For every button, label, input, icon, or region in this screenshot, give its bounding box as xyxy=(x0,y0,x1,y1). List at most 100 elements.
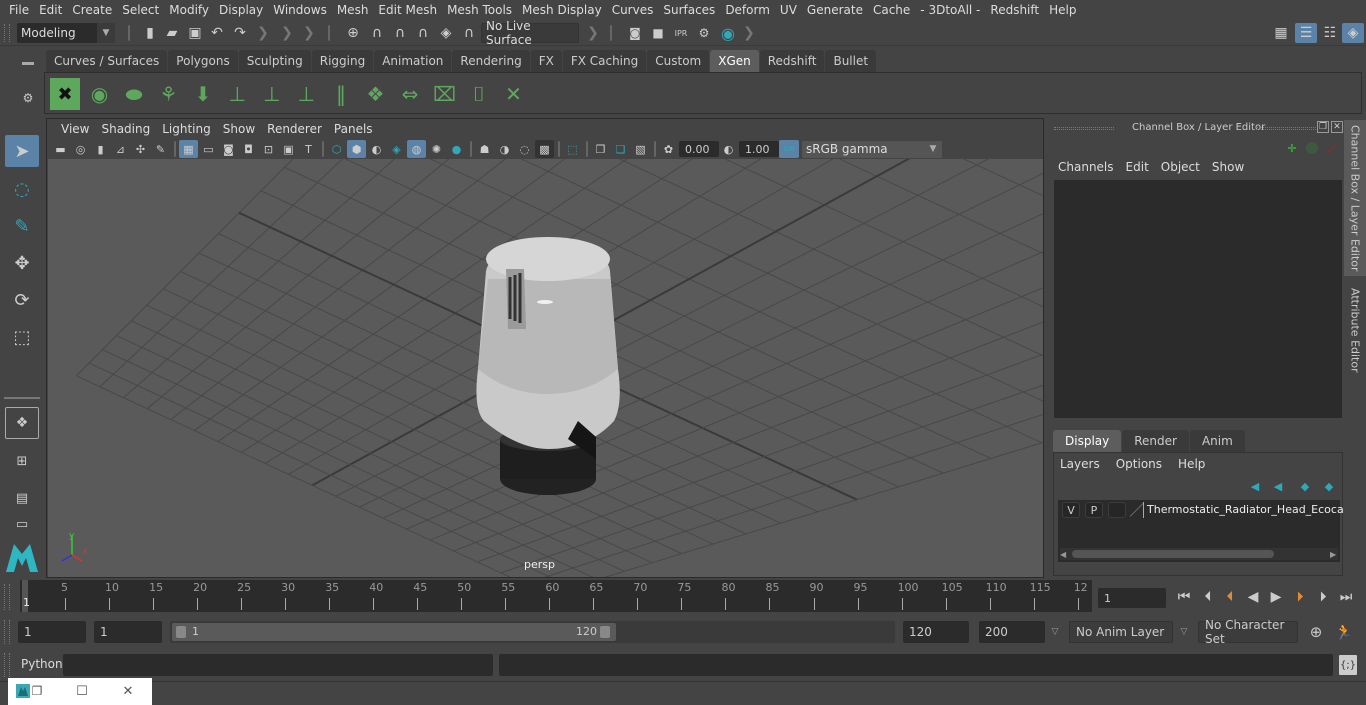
menu-edit[interactable]: Edit xyxy=(34,3,67,17)
layer-name[interactable]: Thermostatic_Radiator_Head_Ecocal_ xyxy=(1147,503,1352,516)
drag-handle[interactable] xyxy=(4,24,10,42)
scale-tool-icon[interactable]: ⬚ xyxy=(5,321,39,353)
textured-icon[interactable]: ◍ xyxy=(407,140,426,158)
drag-handle[interactable] xyxy=(4,584,10,610)
menu-generate[interactable]: Generate xyxy=(802,3,868,17)
viewport-menu-shading[interactable]: Shading xyxy=(95,122,156,136)
scroll-right-icon[interactable]: ▶ xyxy=(1330,550,1336,559)
viewport-menu-show[interactable]: Show xyxy=(217,122,261,136)
select-tool-icon[interactable]: ➤ xyxy=(5,135,39,167)
script-language-toggle[interactable]: Python xyxy=(21,657,63,671)
shelf-tab-custom[interactable]: Custom xyxy=(647,50,710,72)
layer-menu-layers[interactable]: Layers xyxy=(1060,457,1106,471)
menu-surfaces[interactable]: Surfaces xyxy=(658,3,720,17)
menu-redshift[interactable]: Redshift xyxy=(985,3,1044,17)
play-backwards-icon[interactable]: ◀ xyxy=(1243,587,1263,607)
restore-window-icon[interactable]: ❐ xyxy=(30,683,44,699)
tool-settings-icon[interactable]: ☷ xyxy=(1320,23,1340,43)
gamma-icon[interactable]: ◐ xyxy=(719,140,738,158)
channel-box-list[interactable] xyxy=(1054,180,1342,418)
undo-icon[interactable]: ↶ xyxy=(208,23,226,43)
menu-display[interactable]: Display xyxy=(214,3,268,17)
layer-visibility-toggle[interactable]: V xyxy=(1062,502,1080,518)
drag-handle[interactable] xyxy=(4,620,10,644)
collapse-arrow-icon[interactable]: ❯ xyxy=(257,23,269,43)
new-layer-from-selected-icon[interactable]: ◆ xyxy=(1320,479,1338,493)
playback-end-field[interactable]: 120 xyxy=(903,621,969,643)
resolution-gate-icon[interactable]: ◙ xyxy=(219,140,238,158)
backface-culling-icon[interactable]: ▧ xyxy=(631,140,650,158)
redo-icon[interactable]: ↷ xyxy=(231,23,249,43)
outliner-layout-icon[interactable]: ▤ xyxy=(5,482,39,514)
snap-live-surface-icon[interactable]: ◈ xyxy=(436,23,456,43)
select-guide-icon[interactable]: ⌧ xyxy=(430,78,460,110)
snap-view-plane-icon[interactable]: ∩ xyxy=(413,23,433,43)
shelf-tab-xgen[interactable]: XGen xyxy=(710,50,759,72)
depth-of-field-icon[interactable]: ▩ xyxy=(535,140,554,158)
playback-start-field[interactable]: 1 xyxy=(94,621,162,643)
horizontal-scrollbar[interactable]: ◀ ▶ xyxy=(1060,548,1338,560)
shelf-settings-gear-icon[interactable]: ⚙ xyxy=(18,90,38,106)
field-chart-icon[interactable]: ⊡ xyxy=(259,140,278,158)
create-description-icon[interactable]: ⚘ xyxy=(154,78,184,110)
script-editor-icon[interactable]: {;} xyxy=(1339,655,1357,675)
viewport-menu-panels[interactable]: Panels xyxy=(328,122,379,136)
menu-windows[interactable]: Windows xyxy=(268,3,332,17)
viewport-menu-renderer[interactable]: Renderer xyxy=(261,122,328,136)
channel-box-menu-channels[interactable]: Channels xyxy=(1052,160,1120,174)
previous-key-icon[interactable]: ⏴ xyxy=(1220,587,1240,607)
move-tool-icon[interactable]: ✥ xyxy=(5,247,39,279)
safe-title-icon[interactable]: T xyxy=(299,140,318,158)
channel-box-menu-edit[interactable]: Edit xyxy=(1120,160,1155,174)
menu-mesh-tools[interactable]: Mesh Tools xyxy=(442,3,517,17)
image-plane-icon[interactable]: ⊿ xyxy=(111,140,130,158)
collapse-arrow-icon[interactable]: ❯ xyxy=(743,23,755,43)
open-scene-icon[interactable]: ▰ xyxy=(163,23,181,43)
smooth-shade-icon[interactable]: ⬢ xyxy=(347,140,366,158)
render-current-icon[interactable]: ■ xyxy=(649,23,667,43)
close-window-icon[interactable]: ✕ xyxy=(120,683,136,699)
layer-color-swatch[interactable] xyxy=(1130,502,1144,518)
shelf-tab-curves-surfaces[interactable]: Curves / Surfaces xyxy=(46,50,168,72)
workspace-dropdown[interactable]: Modeling ▼ xyxy=(17,23,115,43)
channel-box-toggle-icon[interactable]: ◈ xyxy=(1342,23,1364,43)
wireframe-on-shaded-icon[interactable]: ◐ xyxy=(367,140,386,158)
drag-handle[interactable] xyxy=(4,653,10,677)
layer-tab-anim[interactable]: Anim xyxy=(1189,430,1245,452)
shelf-tab-rigging[interactable]: Rigging xyxy=(311,50,374,72)
wireframe-icon[interactable]: ⬡ xyxy=(327,140,346,158)
ambient-occlusion-icon[interactable]: ☗ xyxy=(475,140,494,158)
snap-point-icon[interactable]: ∩ xyxy=(390,23,410,43)
go-to-end-icon[interactable]: ⏭ xyxy=(1336,587,1356,607)
layer-playback-toggle[interactable]: P xyxy=(1085,502,1103,518)
snap-magnet-icon[interactable]: ∩ xyxy=(459,23,479,43)
menu-deform[interactable]: Deform xyxy=(720,3,775,17)
exposure-icon[interactable]: ✿ xyxy=(659,140,678,158)
render-settings-icon[interactable]: ⚙ xyxy=(695,23,713,43)
single-perspective-layout-icon[interactable]: ❖ xyxy=(5,407,39,439)
manipulator-axes-icon[interactable]: ✛ xyxy=(1284,140,1300,156)
chevron-down-icon[interactable]: ▽ xyxy=(1178,623,1190,641)
range-slider-thumb[interactable]: 1 120 xyxy=(172,623,616,641)
drag-handle[interactable] xyxy=(1054,127,1114,130)
use-all-lights-icon[interactable]: ✺ xyxy=(427,140,446,158)
shelf-tab-rendering[interactable]: Rendering xyxy=(452,50,530,72)
collapse-arrow-icon[interactable]: ❯ xyxy=(281,23,293,43)
rotate-tool-icon[interactable]: ⟳ xyxy=(5,284,39,316)
snap-curve-icon[interactable]: ∩ xyxy=(367,23,387,43)
add-guide-icon[interactable]: ⊥ xyxy=(223,78,253,110)
menu-create[interactable]: Create xyxy=(67,3,117,17)
grease-pencil-icon[interactable]: ✎ xyxy=(151,140,170,158)
tab-attribute-editor[interactable]: Attribute Editor xyxy=(1344,280,1366,380)
menu-uv[interactable]: UV xyxy=(775,3,802,17)
attribute-editor-toggle-icon[interactable]: ☰ xyxy=(1295,23,1317,43)
menu-cache[interactable]: Cache xyxy=(868,3,915,17)
save-scene-icon[interactable]: ▣ xyxy=(186,23,204,43)
lock-guide-icon[interactable]: ⊥ xyxy=(292,78,322,110)
gate-mask-icon[interactable]: ◘ xyxy=(239,140,258,158)
menu-select[interactable]: Select xyxy=(117,3,164,17)
render-view-icon[interactable]: ◙ xyxy=(626,23,644,43)
current-frame-field[interactable]: 1 xyxy=(1098,588,1166,608)
bookmark-icon[interactable]: ▮ xyxy=(91,140,110,158)
shelf-tab-bullet[interactable]: Bullet xyxy=(825,50,877,72)
